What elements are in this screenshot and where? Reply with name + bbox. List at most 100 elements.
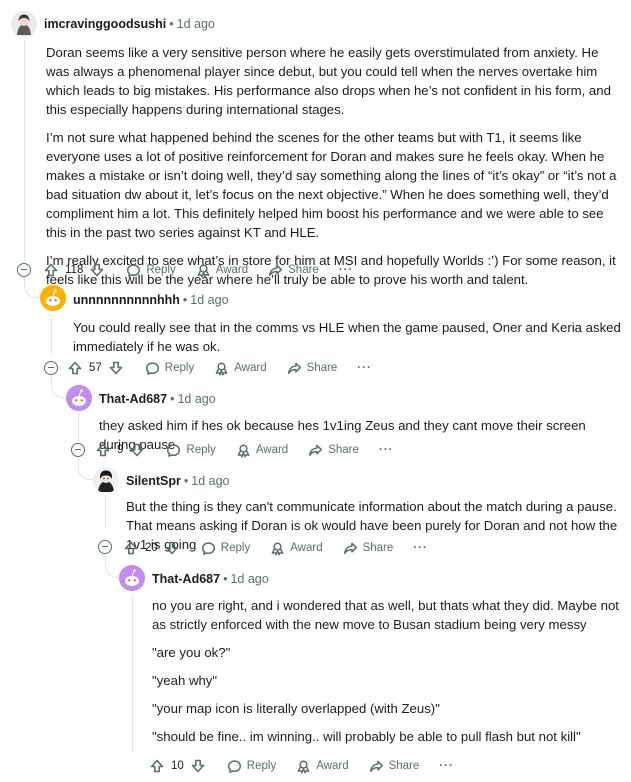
upvote-icon[interactable] xyxy=(124,541,138,555)
award-icon xyxy=(271,542,284,555)
comment-actions: 9 Reply Award Share ··· xyxy=(96,439,413,461)
share-button[interactable]: Share xyxy=(369,759,419,774)
avatar[interactable] xyxy=(93,467,119,493)
share-icon xyxy=(369,760,383,772)
share-label: Share xyxy=(362,542,394,554)
avatar[interactable] xyxy=(40,285,66,311)
author-name[interactable]: SilentSpr xyxy=(126,474,181,488)
comment-author: imcravinggoodsushi • 1d ago xyxy=(44,17,215,31)
award-button[interactable]: Award xyxy=(270,541,323,556)
avatar[interactable] xyxy=(66,385,92,411)
downvote-icon[interactable] xyxy=(109,361,123,375)
award-label: Award xyxy=(215,264,249,276)
meta-separator: • xyxy=(223,572,228,586)
collapse-thread-button[interactable] xyxy=(98,540,112,554)
timestamp[interactable]: 1d ago xyxy=(177,392,215,406)
award-button[interactable]: Award xyxy=(296,759,349,774)
comment-body: no you are right, and i wondered that as… xyxy=(152,596,622,746)
meta-separator: • xyxy=(183,474,189,488)
comment-actions: 20 Reply Award Share ··· xyxy=(124,537,448,559)
more-options-button[interactable]: ··· xyxy=(357,362,372,374)
author-name[interactable]: unnnnnnnnnnhhh xyxy=(73,293,180,307)
award-icon xyxy=(215,362,228,375)
share-button[interactable]: Share xyxy=(343,541,394,556)
vote-count: 10 xyxy=(171,760,184,772)
more-options-button[interactable]: ··· xyxy=(339,264,354,276)
award-label: Award xyxy=(255,444,289,456)
award-button[interactable]: Award xyxy=(214,361,267,376)
author-name[interactable]: imcravinggoodsushi xyxy=(44,17,166,31)
comment-paragraph: "yeah why" xyxy=(152,673,218,688)
comment-actions: 57 Reply Award Share ··· xyxy=(68,357,392,379)
vote-control: 9 xyxy=(96,443,144,457)
upvote-icon[interactable] xyxy=(150,759,164,773)
share-button[interactable]: Share xyxy=(268,263,319,278)
author-name[interactable]: That-Ad687 xyxy=(152,572,220,586)
reply-icon xyxy=(227,759,241,773)
reply-button[interactable]: Reply xyxy=(126,263,176,278)
comment-paragraph: "should be fine.. im winning.. will prob… xyxy=(152,729,581,744)
author-name[interactable]: That-Ad687 xyxy=(99,392,167,406)
award-button[interactable]: Award xyxy=(196,263,248,278)
reply-button[interactable]: Reply xyxy=(166,443,216,458)
timestamp[interactable]: 1d ago xyxy=(177,17,215,31)
comment-paragraph: I’m not sure what happened behind the sc… xyxy=(46,130,617,240)
avatar-illustration xyxy=(93,467,119,493)
timestamp[interactable]: 1d ago xyxy=(191,474,229,488)
reply-icon xyxy=(145,361,159,375)
comment-actions: 10 Reply Award Share ··· xyxy=(150,755,474,777)
more-options-button[interactable]: ··· xyxy=(439,760,454,772)
comment-body: Doran seems like a very sensitive person… xyxy=(46,43,624,289)
comment-author: That-Ad687 • 1d ago xyxy=(152,572,269,586)
share-label: Share xyxy=(288,264,319,276)
reply-button[interactable]: Reply xyxy=(201,541,250,556)
thread-line[interactable] xyxy=(105,495,106,529)
reply-label: Reply xyxy=(164,362,195,374)
thread-branch xyxy=(78,456,93,480)
downvote-icon[interactable] xyxy=(165,541,179,555)
vote-count: 118 xyxy=(65,264,84,276)
collapse-thread-button[interactable] xyxy=(71,443,85,457)
vote-count: 57 xyxy=(89,362,102,374)
share-label: Share xyxy=(328,444,359,456)
upvote-icon[interactable] xyxy=(68,361,82,375)
comment-actions: 118 Reply Award Share ··· xyxy=(44,259,373,281)
downvote-icon[interactable] xyxy=(90,263,104,277)
award-button[interactable]: Award xyxy=(236,443,288,458)
more-options-button[interactable]: ··· xyxy=(379,444,394,456)
reply-icon xyxy=(167,443,181,457)
snoo-avatar-icon xyxy=(66,385,92,411)
award-label: Award xyxy=(234,362,267,374)
collapse-thread-button[interactable] xyxy=(44,361,58,375)
reply-button[interactable]: Reply xyxy=(227,759,276,774)
avatar[interactable] xyxy=(119,565,145,591)
reply-label: Reply xyxy=(246,760,277,772)
collapse-thread-button[interactable] xyxy=(17,263,31,277)
share-icon xyxy=(269,264,283,276)
upvote-icon[interactable] xyxy=(44,263,58,277)
vote-count: 20 xyxy=(145,542,158,554)
award-icon xyxy=(197,264,210,277)
meta-separator: • xyxy=(169,17,174,31)
thread-line[interactable] xyxy=(78,414,79,442)
downvote-icon[interactable] xyxy=(130,443,144,457)
upvote-icon[interactable] xyxy=(96,443,110,457)
timestamp[interactable]: 1d ago xyxy=(190,293,228,307)
comment-paragraph: "your map icon is literally overlapped (… xyxy=(152,701,440,716)
thread-line[interactable] xyxy=(132,595,133,753)
timestamp[interactable]: 1d ago xyxy=(230,572,268,586)
share-icon xyxy=(287,362,301,374)
reply-button[interactable]: Reply xyxy=(145,361,194,376)
downvote-icon[interactable] xyxy=(191,759,205,773)
avatar[interactable] xyxy=(11,11,37,37)
reply-label: Reply xyxy=(186,444,216,456)
award-icon xyxy=(237,444,250,457)
meta-separator: • xyxy=(182,293,188,307)
comment-paragraph: no you are right, and i wondered that as… xyxy=(152,598,619,632)
thread-line[interactable] xyxy=(51,318,52,356)
vote-control: 20 xyxy=(124,541,179,555)
thread-line[interactable] xyxy=(24,40,25,262)
share-button[interactable]: Share xyxy=(287,361,337,376)
more-options-button[interactable]: ··· xyxy=(413,542,428,554)
share-button[interactable]: Share xyxy=(308,443,359,458)
